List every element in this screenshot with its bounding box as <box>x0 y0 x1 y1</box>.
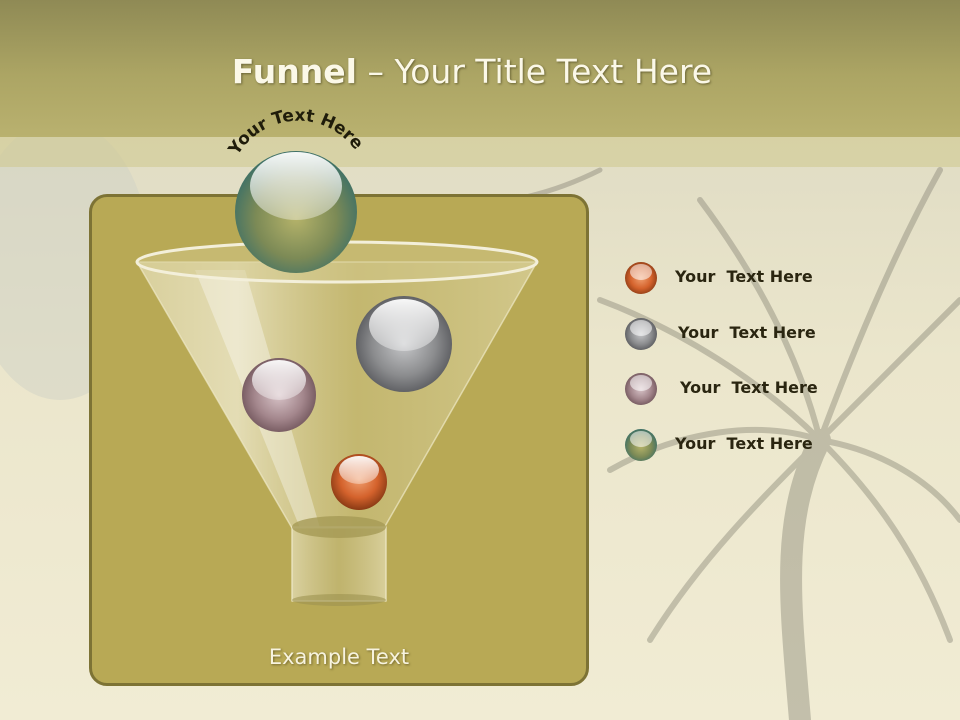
example-text: Example Text <box>268 645 410 669</box>
legend-label-3: Your Text Here <box>680 378 818 397</box>
funnel-spout <box>291 526 387 602</box>
legend-ball-mauve-icon <box>625 373 657 405</box>
spout-bottom <box>292 594 386 606</box>
ball-mauve <box>242 358 316 432</box>
legend-item-2: Your Text Here <box>620 315 920 355</box>
legend-label-1: Your Text Here <box>675 267 813 286</box>
funnel-diagram: Your Text Here <box>135 106 539 606</box>
legend-label-2: Your Text Here <box>678 323 816 342</box>
legend-item-4: Your Text Here <box>620 426 920 466</box>
legend-ball-teal-icon <box>625 429 657 461</box>
legend-item-3: Your Text Here <box>620 370 920 410</box>
spout-top <box>292 516 386 538</box>
ball-teal-large <box>235 151 357 273</box>
ball-orange <box>331 454 387 510</box>
legend-ball-gray-icon <box>625 318 657 350</box>
legend-label-4: Your Text Here <box>675 434 813 453</box>
legend-item-1: Your Text Here <box>620 259 920 299</box>
legend-ball-orange-icon <box>625 262 657 294</box>
ball-gray <box>356 296 452 392</box>
